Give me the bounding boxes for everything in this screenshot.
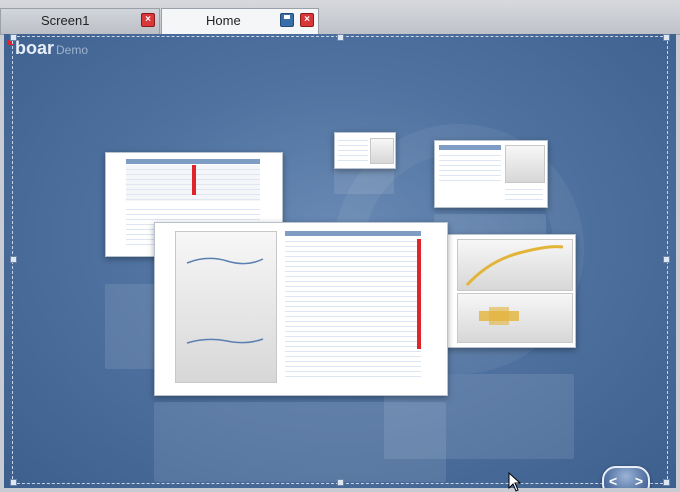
close-icon[interactable]: × bbox=[300, 13, 314, 27]
resize-handle[interactable] bbox=[663, 479, 670, 486]
resize-handle[interactable] bbox=[663, 256, 670, 263]
resize-handle[interactable] bbox=[337, 479, 344, 486]
resize-handle[interactable] bbox=[663, 34, 670, 41]
tab-label: Screen1 bbox=[41, 13, 90, 28]
resize-handle[interactable] bbox=[10, 256, 17, 263]
save-icon[interactable] bbox=[280, 13, 294, 27]
close-icon[interactable]: × bbox=[141, 13, 155, 27]
resize-handle[interactable] bbox=[10, 34, 17, 41]
tab-bar: Screen1 × Home × bbox=[0, 0, 680, 35]
tab-label: Home bbox=[206, 13, 241, 28]
tab-screen1[interactable]: Screen1 × bbox=[0, 8, 160, 34]
selection-frame bbox=[12, 36, 668, 484]
resize-handle[interactable] bbox=[10, 479, 17, 486]
tab-home[interactable]: Home × bbox=[161, 8, 319, 35]
mouse-cursor-icon bbox=[508, 472, 522, 492]
resize-handle[interactable] bbox=[337, 34, 344, 41]
prev-next-icon[interactable]: < > bbox=[602, 466, 650, 488]
design-canvas[interactable]: boar Demo < > bbox=[4, 34, 676, 488]
